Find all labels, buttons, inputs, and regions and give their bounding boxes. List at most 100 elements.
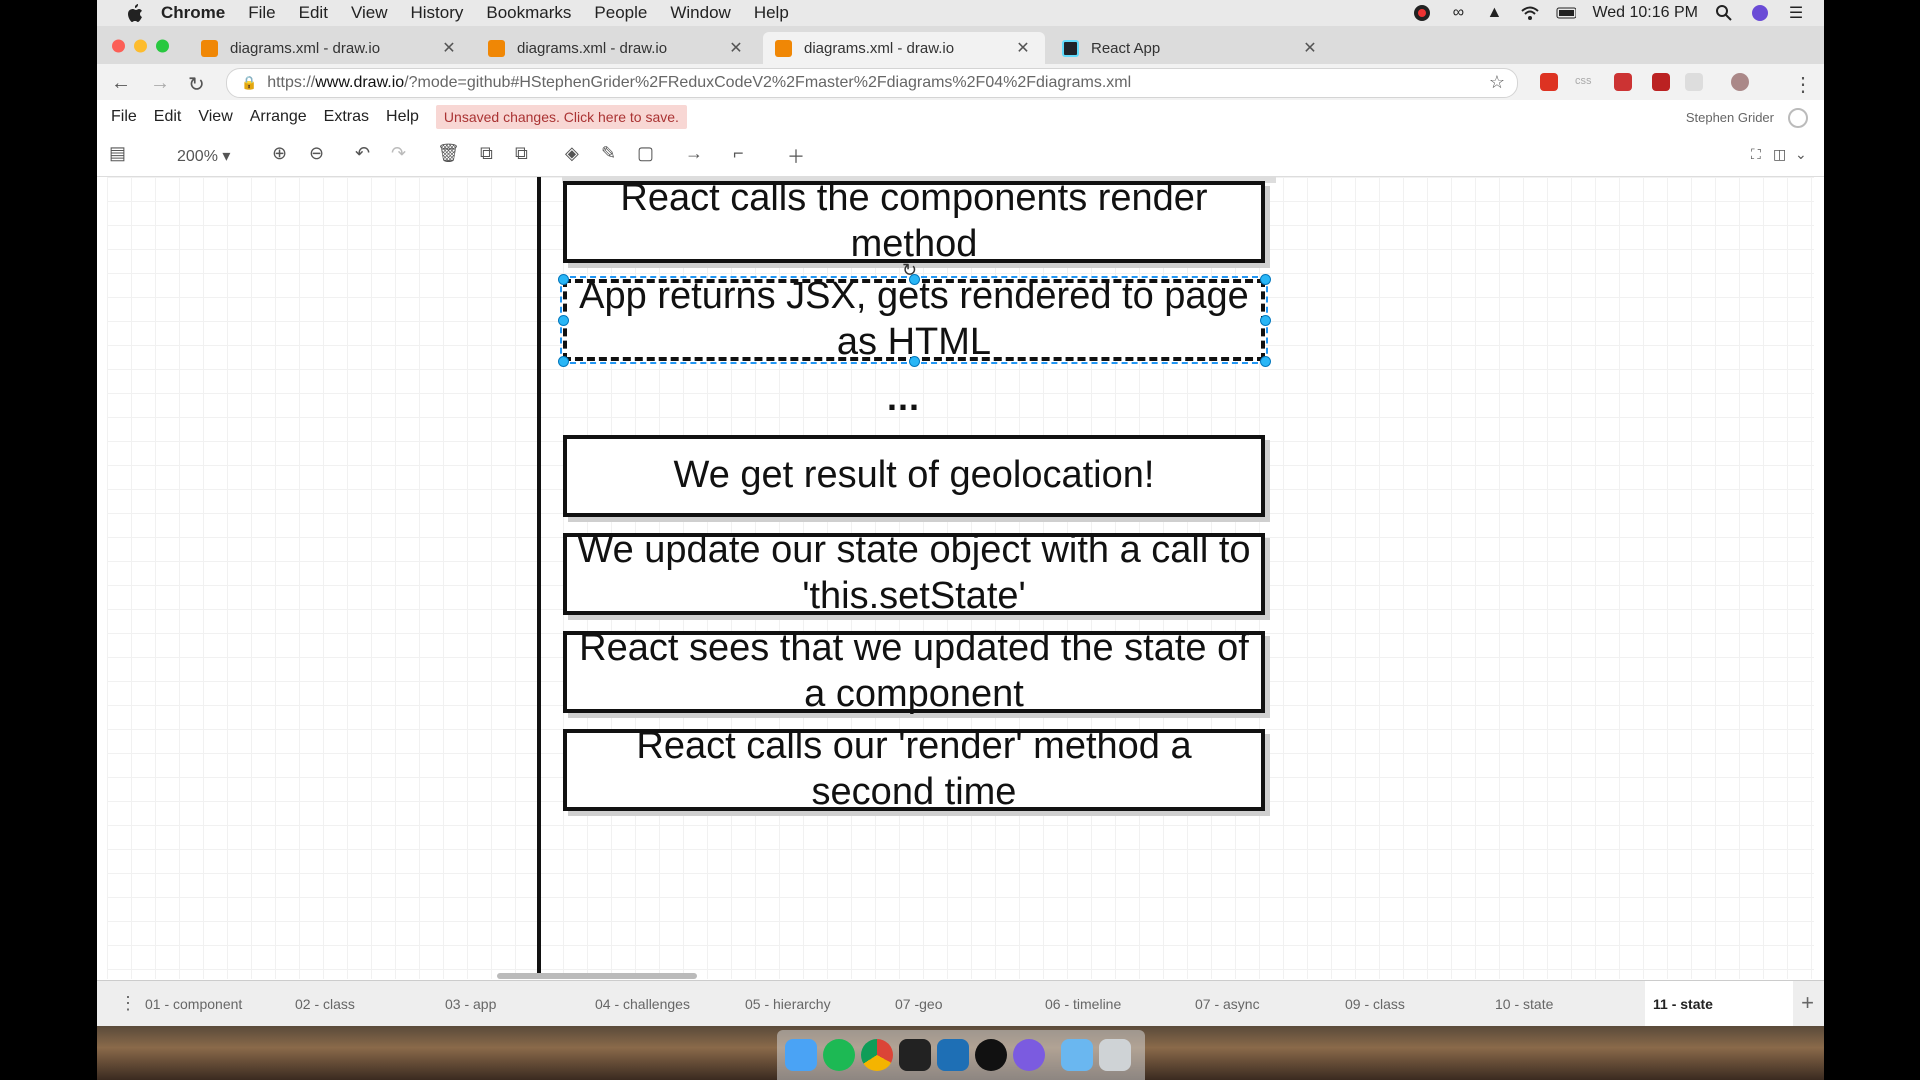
format-panel-toggle-icon[interactable]: ▤ (109, 143, 126, 164)
forward-icon[interactable]: → (150, 72, 170, 95)
menu-app-name[interactable]: Chrome (161, 3, 225, 23)
drawio-menu-arrange[interactable]: Arrange (250, 108, 307, 126)
page-tab[interactable]: 01 - component (145, 981, 293, 1027)
profile-avatar[interactable] (1731, 73, 1749, 91)
css-extension-icon[interactable]: css (1575, 75, 1593, 93)
clock[interactable]: Wed 10:16 PM (1592, 4, 1698, 22)
menu-people[interactable]: People (594, 3, 647, 23)
reload-icon[interactable]: ↻ (188, 72, 205, 97)
chrome-icon[interactable] (861, 1039, 893, 1071)
spotlight-search-icon[interactable] (1714, 3, 1734, 23)
extension-icon[interactable] (1685, 73, 1703, 91)
close-tab-icon[interactable]: ✕ (1015, 38, 1031, 58)
page-tab[interactable]: 05 - hierarchy (745, 981, 893, 1027)
adblock-extension-icon[interactable] (1652, 73, 1670, 91)
menu-history[interactable]: History (410, 3, 463, 23)
resize-handle[interactable] (1260, 315, 1271, 326)
bookmark-star-icon[interactable]: ☆ (1489, 72, 1505, 93)
page-tab-active[interactable]: 11 - state (1645, 981, 1793, 1027)
lock-icon[interactable]: 🔒 (241, 75, 257, 91)
glasses-icon[interactable]: ∞ (1448, 3, 1468, 23)
browser-tab[interactable]: diagrams.xml - draw.io ✕ (476, 32, 758, 64)
page-tab[interactable]: 03 - app (445, 981, 593, 1027)
downloads-folder-icon[interactable] (1061, 1039, 1093, 1071)
apple-icon[interactable] (127, 3, 147, 23)
drawio-menu-help[interactable]: Help (386, 108, 419, 126)
close-tab-icon[interactable]: ✕ (441, 38, 457, 58)
user-name[interactable]: Stephen Grider (1686, 110, 1774, 125)
resize-handle[interactable] (558, 315, 569, 326)
to-back-icon[interactable]: ⧉ (515, 143, 528, 164)
close-tab-icon[interactable]: ✕ (1302, 38, 1318, 58)
battery-icon[interactable] (1556, 3, 1577, 23)
ellipsis-text[interactable]: ... (887, 377, 920, 419)
drawio-menu-view[interactable]: View (198, 108, 232, 126)
fill-color-icon[interactable]: ◈ (565, 143, 579, 164)
menu-file[interactable]: File (248, 3, 275, 23)
browser-tab-active[interactable]: diagrams.xml - draw.io ✕ (763, 32, 1045, 64)
opera-icon[interactable] (1412, 3, 1432, 23)
back-icon[interactable]: ← (111, 72, 131, 95)
unsaved-changes-notice[interactable]: Unsaved changes. Click here to save. (435, 105, 687, 129)
close-tab-icon[interactable]: ✕ (728, 38, 744, 58)
app-icon[interactable] (1013, 1039, 1045, 1071)
react-devtools-icon[interactable] (1614, 73, 1632, 91)
diagram-box[interactable]: We update our state object with a call t… (563, 529, 1265, 617)
page-tab[interactable]: 02 - class (295, 981, 443, 1027)
minimize-window-button[interactable] (134, 39, 147, 53)
add-page-icon[interactable]: + (1801, 990, 1814, 1016)
redo-icon[interactable]: ↷ (391, 143, 406, 164)
notification-center-icon[interactable]: ☰ (1786, 3, 1806, 23)
page-tab[interactable]: 04 - challenges (595, 981, 743, 1027)
diagram-box[interactable]: We get result of geolocation! (563, 435, 1265, 517)
diagram-box[interactable]: React calls our 'render' method a second… (563, 725, 1265, 813)
resize-handle[interactable] (558, 356, 569, 367)
page-tab[interactable]: 07 -geo (895, 981, 1043, 1027)
shadow-icon[interactable]: ▢ (637, 143, 654, 164)
waypoints-icon[interactable]: ⌐ (733, 143, 744, 164)
connection-icon[interactable]: → (685, 143, 703, 164)
diagram-canvas[interactable]: React calls the components render method… (107, 177, 1814, 979)
resize-handle[interactable] (1260, 274, 1271, 285)
spotify-icon[interactable] (823, 1039, 855, 1071)
menu-view[interactable]: View (351, 3, 388, 23)
wifi-icon[interactable] (1520, 3, 1540, 23)
to-front-icon[interactable]: ⧉ (480, 143, 493, 164)
drawio-menu-edit[interactable]: Edit (154, 108, 182, 126)
collapse-icon[interactable]: ⌄ (1795, 146, 1807, 163)
menu-edit[interactable]: Edit (299, 3, 328, 23)
timeline-line[interactable] (537, 177, 541, 979)
url-bar[interactable]: 🔒 https:// www.draw.io /?mode=github#HSt… (226, 68, 1518, 98)
obs-icon[interactable] (975, 1039, 1007, 1071)
terminal-icon[interactable] (899, 1039, 931, 1071)
language-globe-icon[interactable] (1788, 108, 1808, 128)
page-tab[interactable]: 07 - async (1195, 981, 1343, 1027)
page-tab[interactable]: 06 - timeline (1045, 981, 1193, 1027)
page-tab[interactable]: 09 - class (1345, 981, 1493, 1027)
diagram-box[interactable]: React sees that we updated the state of … (563, 627, 1265, 715)
browser-tab[interactable]: React App ✕ (1050, 32, 1332, 64)
fullscreen-icon[interactable]: ⛶ (1751, 146, 1761, 163)
line-color-icon[interactable]: ✎ (601, 143, 616, 164)
undo-icon[interactable]: ↶ (355, 143, 370, 164)
page-tab[interactable]: 10 - state (1495, 981, 1643, 1027)
siri-icon[interactable] (1750, 3, 1770, 23)
pages-menu-icon[interactable]: ⋮ (119, 993, 137, 1014)
insert-plus-icon[interactable]: ＋ (787, 143, 805, 169)
menu-help[interactable]: Help (754, 3, 789, 23)
menu-bookmarks[interactable]: Bookmarks (486, 3, 571, 23)
browser-tab[interactable]: diagrams.xml - draw.io ✕ (189, 32, 471, 64)
delete-icon[interactable]: 🗑 (437, 143, 460, 164)
resize-handle[interactable] (909, 274, 920, 285)
resize-handle[interactable] (558, 274, 569, 285)
zoom-select[interactable]: 200% ▾ (177, 146, 230, 166)
opera-extension-icon[interactable] (1540, 73, 1558, 91)
zoom-in-icon[interactable]: ⊕ (272, 143, 287, 164)
close-window-button[interactable] (112, 39, 125, 53)
horizontal-scrollbar[interactable] (497, 973, 697, 979)
resize-handle[interactable] (1260, 356, 1271, 367)
finder-icon[interactable] (785, 1039, 817, 1071)
diagram-box[interactable]: React calls the components render method (563, 177, 1265, 265)
zoom-out-icon[interactable]: ⊖ (309, 143, 324, 164)
panel-toggle-icon[interactable]: ◫ (1773, 146, 1786, 163)
